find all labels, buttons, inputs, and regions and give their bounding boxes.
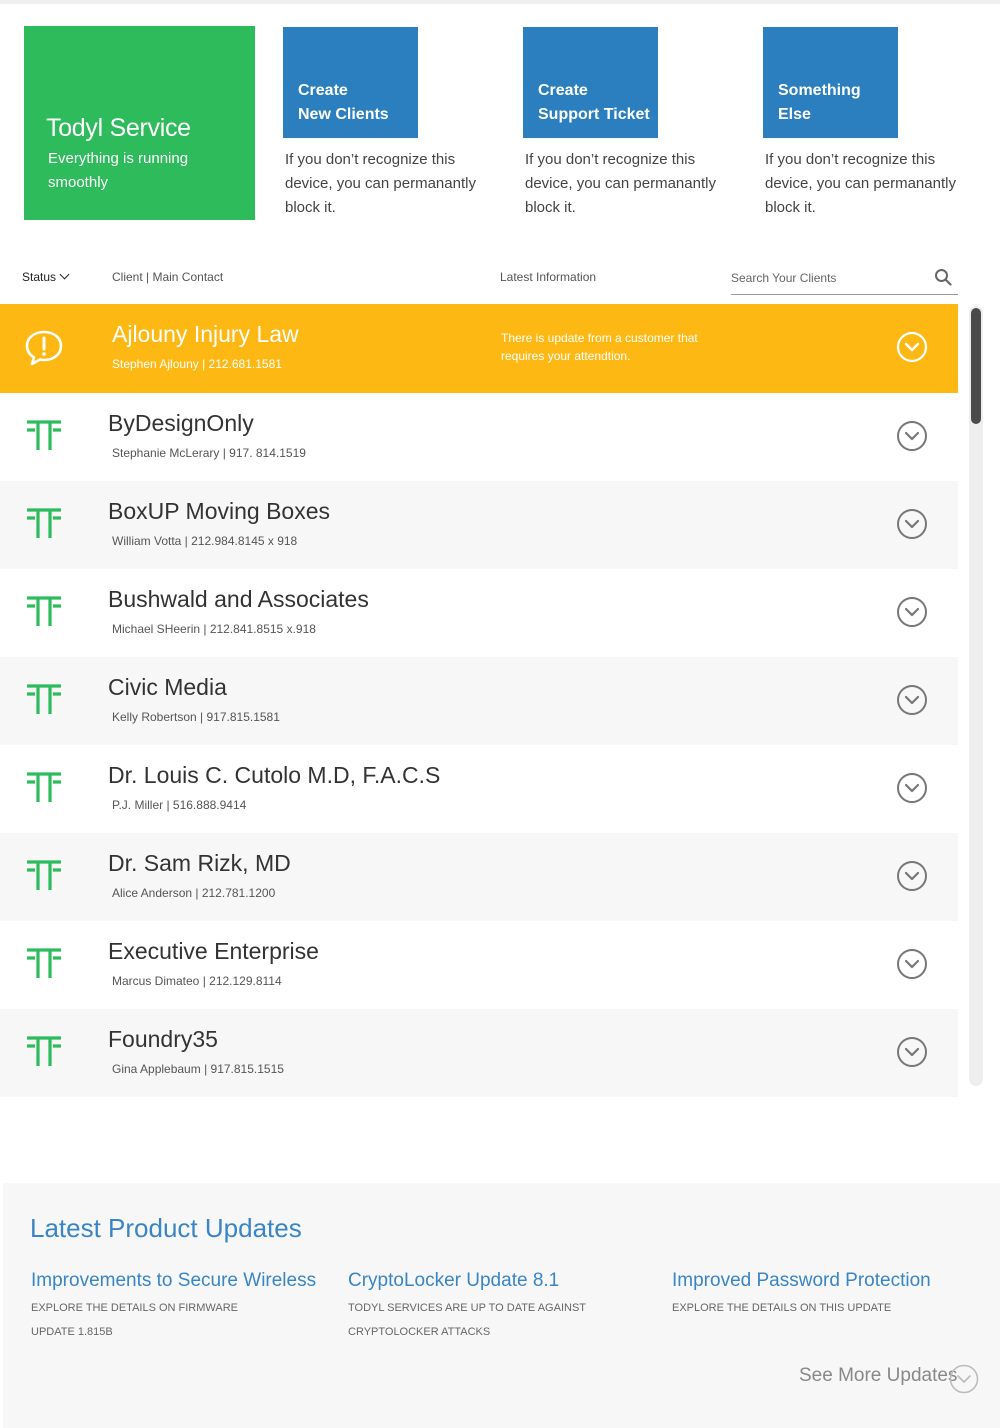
list-scrollbar[interactable] bbox=[969, 306, 983, 1086]
client-latest-info: There is update from a customer that req… bbox=[501, 331, 698, 363]
client-contact: Kelly Robertson | 917.815.1581 bbox=[112, 710, 280, 724]
todyl-logo-icon bbox=[27, 1036, 61, 1066]
client-contact: Gina Applebaum | 917.815.1515 bbox=[112, 1062, 284, 1076]
client-name: Dr. Louis C. Cutolo M.D, F.A.C.S bbox=[108, 762, 441, 788]
action-description: If you don’t recognize this device, you … bbox=[525, 151, 716, 216]
todyl-logo-icon bbox=[27, 508, 61, 538]
button-line: Something bbox=[778, 82, 861, 99]
todyl-logo-icon bbox=[27, 948, 61, 978]
search-icon[interactable] bbox=[934, 268, 952, 286]
column-header-client: Client | Main Contact bbox=[112, 270, 224, 284]
action-description: If you don’t recognize this device, you … bbox=[285, 151, 476, 216]
client-name: BoxUP Moving Boxes bbox=[108, 498, 331, 524]
client-contact: Stephen Ajlouny | 212.681.1581 bbox=[112, 357, 282, 371]
chevron-down-circle-icon[interactable] bbox=[896, 331, 928, 363]
todyl-logo-icon bbox=[27, 772, 61, 802]
search-box bbox=[731, 266, 958, 295]
todyl-logo-icon bbox=[27, 860, 61, 890]
product-updates-heading: Latest Product Updates bbox=[30, 1213, 302, 1243]
client-name: Civic Media bbox=[108, 674, 227, 700]
scrollbar-thumb[interactable] bbox=[971, 308, 981, 424]
chevron-down-circle-icon[interactable] bbox=[896, 860, 928, 892]
button-line: Create bbox=[538, 82, 588, 99]
client-name: Ajlouny Injury Law bbox=[112, 321, 299, 347]
update-description: Explore the details on this update bbox=[672, 1302, 892, 1314]
chevron-down-circle-icon[interactable] bbox=[896, 420, 928, 452]
client-row[interactable]: Civic Media Kelly Robertson | 917.815.15… bbox=[0, 657, 958, 745]
chevron-down-circle-icon[interactable] bbox=[896, 1036, 928, 1068]
client-contact: William Votta | 212.984.8145 x 918 bbox=[112, 534, 298, 548]
client-contact: P.J. Miller | 516.888.9414 bbox=[112, 798, 247, 812]
client-row[interactable]: Dr. Sam Rizk, MD Alice Anderson | 212.78… bbox=[0, 833, 958, 921]
product-updates-section: Latest Product Updates Improvements to S… bbox=[3, 1183, 1000, 1428]
status-filter-dropdown[interactable]: Status bbox=[22, 269, 70, 284]
action-card-new-clients: Create New Clients If you don’t recogniz… bbox=[283, 27, 483, 220]
button-line: Else bbox=[778, 106, 811, 123]
client-contact: Alice Anderson | 212.781.1200 bbox=[112, 886, 276, 900]
client-name: Dr. Sam Rizk, MD bbox=[108, 850, 291, 876]
top-divider bbox=[0, 0, 1000, 4]
action-card-something-else: Something Else If you don’t recognize th… bbox=[763, 27, 963, 220]
see-more-updates-link[interactable]: See More Updates bbox=[799, 1364, 979, 1394]
client-row[interactable]: ByDesignOnly Stephanie McLerary | 917. 8… bbox=[0, 393, 958, 481]
button-line: Create bbox=[298, 82, 348, 99]
update-item: CryptoLocker Update 8.1 Todyl services a… bbox=[348, 1270, 588, 1344]
chevron-down-circle-icon[interactable] bbox=[896, 948, 928, 980]
todyl-logo-icon bbox=[27, 596, 61, 626]
chevron-down-circle-icon[interactable] bbox=[896, 772, 928, 804]
update-description: Todyl services are up to date against cr… bbox=[348, 1302, 586, 1338]
service-status-tile: Todyl Service Everything is running smoo… bbox=[24, 26, 255, 220]
column-header-latest: Latest Information bbox=[500, 270, 597, 284]
see-more-label: See More Updates bbox=[799, 1365, 958, 1386]
create-new-clients-button[interactable]: Create New Clients bbox=[283, 27, 418, 138]
chevron-down-circle-icon[interactable] bbox=[896, 596, 928, 628]
search-input[interactable] bbox=[731, 266, 921, 285]
button-line: Support Ticket bbox=[538, 106, 650, 123]
client-row[interactable]: Bushwald and Associates Michael SHeerin … bbox=[0, 569, 958, 657]
alert-bubble-icon bbox=[25, 330, 63, 366]
update-title-link[interactable]: Improved Password Protection bbox=[672, 1270, 931, 1292]
chevron-down-circle-icon[interactable] bbox=[896, 684, 928, 716]
update-title-link[interactable]: Improvements to Secure Wireless bbox=[31, 1270, 316, 1292]
client-row[interactable]: Foundry35 Gina Applebaum | 917.815.1515 bbox=[0, 1009, 958, 1097]
update-description: Explore the details on firmware update 1… bbox=[31, 1302, 238, 1338]
client-row[interactable]: BoxUP Moving Boxes William Votta | 212.9… bbox=[0, 481, 958, 569]
something-else-button[interactable]: Something Else bbox=[763, 27, 898, 138]
client-name: Bushwald and Associates bbox=[108, 586, 369, 612]
button-line: New Clients bbox=[298, 106, 389, 123]
service-status-title: Todyl Service bbox=[46, 114, 191, 142]
client-row[interactable]: Dr. Louis C. Cutolo M.D, F.A.C.S P.J. Mi… bbox=[0, 745, 958, 833]
chevron-down-icon bbox=[59, 269, 70, 280]
client-row[interactable]: Executive Enterprise Marcus Dimateo | 21… bbox=[0, 921, 958, 1009]
todyl-logo-icon bbox=[27, 420, 61, 450]
update-title-link[interactable]: CryptoLocker Update 8.1 bbox=[348, 1270, 588, 1292]
create-support-ticket-button[interactable]: Create Support Ticket bbox=[523, 27, 658, 138]
status-filter-label: Status bbox=[22, 270, 57, 284]
client-name: ByDesignOnly bbox=[108, 410, 254, 436]
action-card-support-ticket: Create Support Ticket If you don’t recog… bbox=[523, 27, 723, 220]
action-description: If you don’t recognize this device, you … bbox=[765, 151, 956, 216]
todyl-logo-icon bbox=[27, 684, 61, 714]
client-contact: Michael SHeerin | 212.841.8515 x.918 bbox=[112, 622, 316, 636]
client-row[interactable]: Ajlouny Injury Law Stephen Ajlouny | 212… bbox=[0, 304, 958, 393]
chevron-down-circle-icon[interactable] bbox=[896, 508, 928, 540]
chevron-down-circle-icon bbox=[949, 1364, 979, 1394]
client-name: Executive Enterprise bbox=[108, 938, 319, 964]
client-contact: Stephanie McLerary | 917. 814.1519 bbox=[112, 446, 306, 460]
client-name: Foundry35 bbox=[108, 1026, 218, 1052]
client-contact: Marcus Dimateo | 212.129.8114 bbox=[112, 974, 282, 988]
service-status-subtitle: Everything is running smoothly bbox=[48, 150, 189, 191]
update-item: Improved Password Protection Explore the… bbox=[672, 1270, 931, 1320]
update-item: Improvements to Secure Wireless Explore … bbox=[31, 1270, 316, 1344]
client-list: Ajlouny Injury Law Stephen Ajlouny | 212… bbox=[0, 304, 958, 1097]
